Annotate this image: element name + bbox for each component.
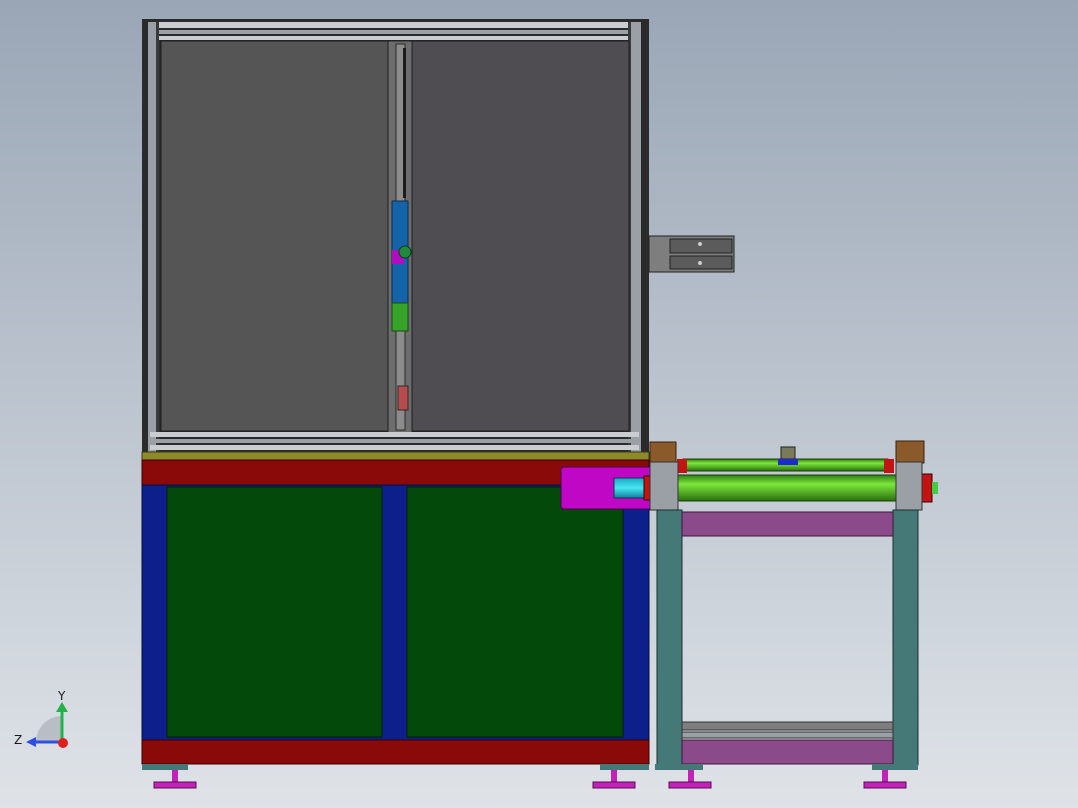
bracket-bolt-2 (698, 261, 702, 265)
stand-bottom-rail (681, 721, 894, 731)
stand-foot-pad-left (668, 781, 712, 789)
stand-foot-pad-right (863, 781, 907, 789)
drive-motor-assembly[interactable] (560, 466, 657, 510)
top-rail-3 (150, 36, 639, 40)
top-sensor (780, 446, 796, 460)
bottom-red-beam (141, 739, 650, 765)
right-post (631, 22, 641, 452)
model-canvas[interactable]: Y Z (0, 0, 1078, 808)
stand-bottom-beam (681, 739, 894, 765)
motor-coupling (613, 477, 645, 499)
stand-frame-left-top (649, 461, 679, 511)
bracket-top-left (649, 441, 677, 465)
bottom-rail-2 (150, 439, 639, 443)
foot-plate-right (600, 764, 649, 770)
stand-foot-stem-right (882, 770, 888, 782)
bracket-top-right (895, 440, 925, 464)
left-post (148, 22, 156, 452)
left-glass-panel (160, 40, 389, 432)
stand-frame-right-top (895, 461, 923, 511)
roller-cap-right (921, 473, 933, 503)
base-plate (141, 451, 650, 461)
top-sensor-base (778, 459, 798, 465)
foot-plate-left (142, 764, 188, 770)
cad-viewport[interactable]: Y Z (0, 0, 1078, 808)
triad-z-label: Z (14, 733, 22, 747)
triad-y-label: Y (57, 689, 66, 703)
green-module (391, 302, 409, 332)
stand-top-beam (681, 511, 894, 537)
upper-enclosure[interactable] (142, 19, 649, 455)
stand-leg-right (892, 509, 919, 766)
triad-x-axis-dot (58, 738, 68, 748)
green-gear (398, 245, 412, 259)
stand-foot-plate-right (872, 764, 918, 770)
main-roller (675, 474, 915, 502)
left-post-inner (156, 22, 159, 452)
bottom-rail (150, 432, 639, 437)
stand-leg-left (656, 509, 683, 766)
stand-foot-plate-left (655, 764, 703, 770)
stand-bottom-rail-2 (681, 731, 894, 739)
foot-stem-right (611, 770, 617, 782)
top-rail (150, 22, 639, 28)
right-green-door (406, 486, 624, 738)
bracket-bolt (698, 242, 702, 246)
foot-pad-right (592, 781, 636, 789)
left-green-door (166, 486, 383, 738)
stand-foot-stem-left (688, 770, 694, 782)
bottom-rail-3 (150, 445, 639, 450)
center-column-gap (403, 48, 406, 198)
right-glass-panel (411, 40, 630, 432)
red-collar-right (884, 459, 894, 473)
red-sensor (397, 385, 409, 411)
side-bracket[interactable] (648, 235, 735, 273)
foot-pad-left (153, 781, 197, 789)
side-bracket-face (669, 238, 733, 254)
roller-shaft-right (932, 482, 938, 494)
foot-stem-left (172, 770, 178, 782)
top-rail-2 (150, 30, 639, 34)
